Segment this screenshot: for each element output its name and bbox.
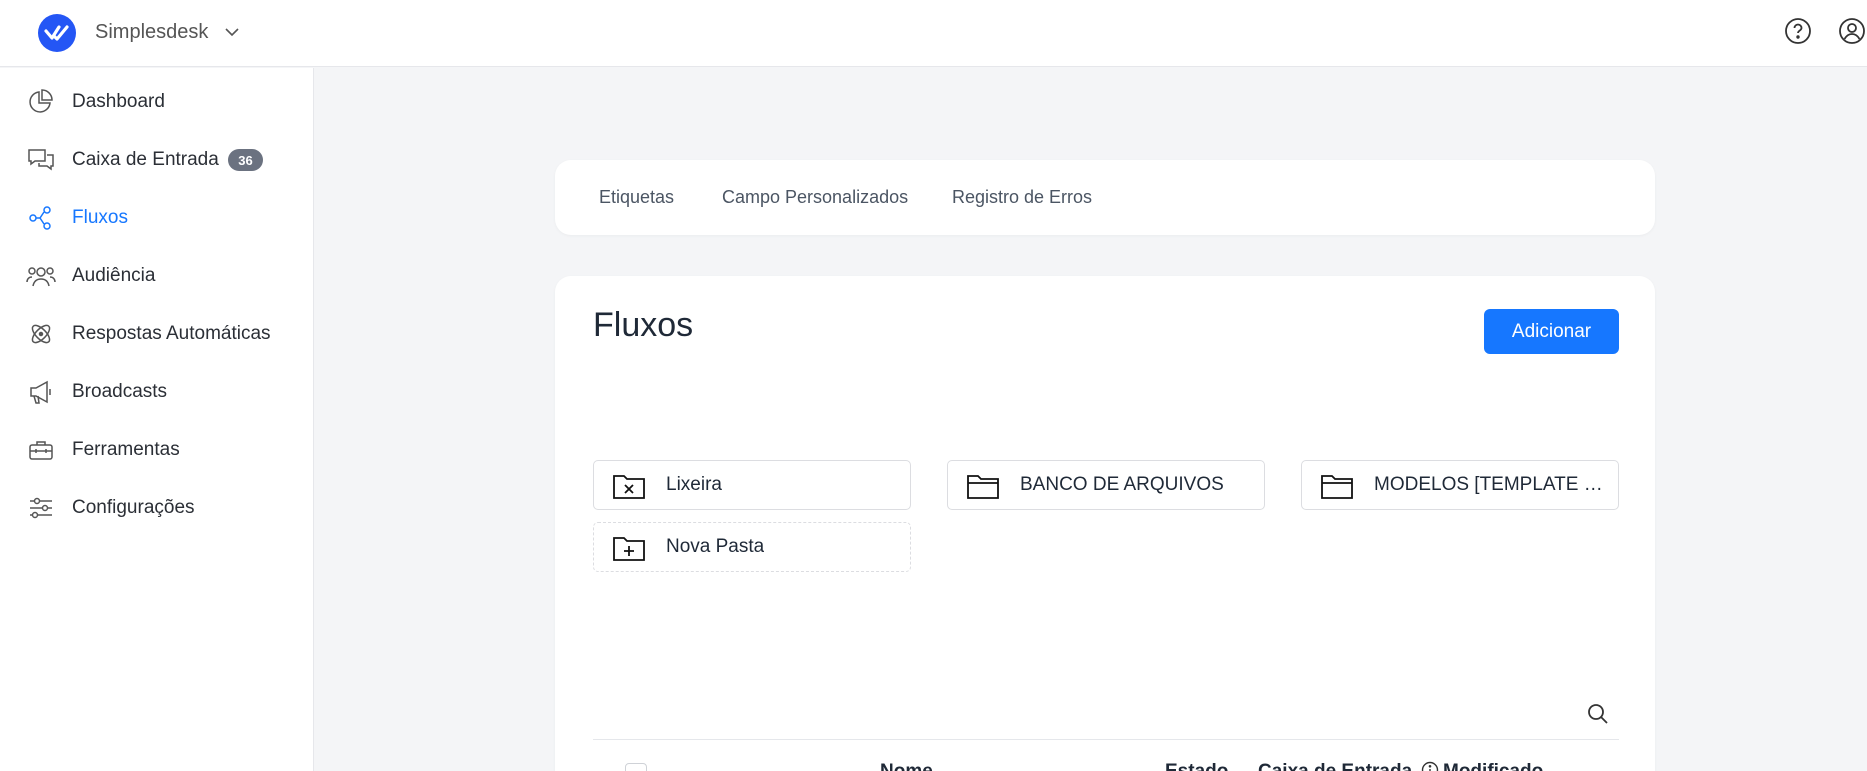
sidebar-item-label: Ferramentas bbox=[72, 439, 180, 460]
sidebar-item-dashboard[interactable]: Dashboard bbox=[0, 78, 313, 126]
sidebar-item-fluxos[interactable]: Fluxos bbox=[0, 194, 313, 242]
tab-etiquetas[interactable]: Etiquetas bbox=[599, 160, 674, 235]
folder-label: MODELOS [TEMPLATE S... bbox=[1374, 474, 1606, 495]
search-icon[interactable] bbox=[1586, 702, 1610, 726]
sidebar-item-label: Dashboard bbox=[72, 91, 165, 112]
people-icon bbox=[26, 261, 56, 291]
trash-folder-icon bbox=[613, 475, 645, 499]
chevron-down-icon bbox=[225, 28, 239, 37]
sidebar-item-audiencia[interactable]: Audiência bbox=[0, 252, 313, 300]
top-bar: Simplesdesk bbox=[0, 0, 1867, 67]
column-header-modificado[interactable]: Modificado bbox=[1443, 761, 1543, 771]
flows-card: Fluxos Adicionar Lixeira BANCO DE ARQUIV… bbox=[555, 276, 1655, 771]
logo-icon[interactable] bbox=[38, 14, 76, 52]
tab-registro-de-erros[interactable]: Registro de Erros bbox=[952, 160, 1092, 235]
folder-modelos[interactable]: MODELOS [TEMPLATE S... bbox=[1301, 460, 1619, 510]
workspace-name: Simplesdesk bbox=[95, 20, 209, 43]
folder-label: BANCO DE ARQUIVOS bbox=[1020, 474, 1224, 495]
column-header-caixa-de-entrada[interactable]: Caixa de Entrada bbox=[1258, 761, 1439, 771]
select-all-checkbox[interactable] bbox=[625, 763, 647, 771]
atom-icon bbox=[26, 319, 56, 349]
sidebar-item-label: Broadcasts bbox=[72, 381, 168, 402]
sliders-icon bbox=[26, 493, 56, 523]
table-divider bbox=[593, 739, 1619, 740]
sidebar-item-respostas-automaticas[interactable]: Respostas Automáticas bbox=[0, 310, 313, 358]
sidebar-item-broadcasts[interactable]: Broadcasts bbox=[0, 368, 313, 416]
unread-count-badge: 36 bbox=[228, 149, 263, 171]
folder-icon bbox=[967, 475, 999, 499]
sidebar-item-label: Fluxos bbox=[72, 207, 128, 228]
sidebar-item-configuracoes[interactable]: Configurações bbox=[0, 484, 313, 532]
folder-label: Nova Pasta bbox=[666, 536, 765, 557]
folder-lixeira[interactable]: Lixeira bbox=[593, 460, 911, 510]
new-folder-button[interactable]: Nova Pasta bbox=[593, 522, 911, 572]
flow-nodes-icon bbox=[26, 203, 56, 233]
chat-bubbles-icon bbox=[26, 145, 56, 175]
info-icon[interactable] bbox=[1421, 761, 1439, 771]
folder-banco-de-arquivos[interactable]: BANCO DE ARQUIVOS bbox=[947, 460, 1265, 510]
sidebar-item-label: Audiência bbox=[72, 265, 156, 286]
megaphone-icon bbox=[26, 377, 56, 407]
folder-plus-icon bbox=[613, 537, 645, 561]
sidebar-item-label: Caixa de Entrada bbox=[72, 149, 219, 170]
help-icon[interactable] bbox=[1783, 16, 1813, 46]
add-button[interactable]: Adicionar bbox=[1484, 309, 1619, 354]
folder-label: Lixeira bbox=[666, 474, 722, 495]
sidebar-item-inbox[interactable]: Caixa de Entrada 36 bbox=[0, 136, 313, 184]
column-header-nome[interactable]: Nome bbox=[880, 761, 933, 771]
user-icon[interactable] bbox=[1837, 16, 1867, 46]
folder-icon bbox=[1321, 475, 1353, 499]
workspace-switcher[interactable]: Simplesdesk bbox=[95, 20, 240, 44]
pie-chart-icon bbox=[26, 87, 56, 117]
sidebar: Dashboard Caixa de Entrada 36 Fluxos Aud… bbox=[0, 68, 314, 771]
settings-tabs: Etiquetas Campo Personalizados Registro … bbox=[555, 160, 1655, 235]
page-title: Fluxos bbox=[593, 306, 694, 344]
column-header-label: Caixa de Entrada bbox=[1258, 761, 1412, 771]
sidebar-item-label: Respostas Automáticas bbox=[72, 323, 271, 344]
toolbox-icon bbox=[26, 435, 56, 465]
tab-campo-personalizados[interactable]: Campo Personalizados bbox=[722, 160, 908, 235]
column-header-estado[interactable]: Estado bbox=[1165, 761, 1228, 771]
sidebar-item-ferramentas[interactable]: Ferramentas bbox=[0, 426, 313, 474]
sidebar-item-label: Configurações bbox=[72, 497, 195, 518]
